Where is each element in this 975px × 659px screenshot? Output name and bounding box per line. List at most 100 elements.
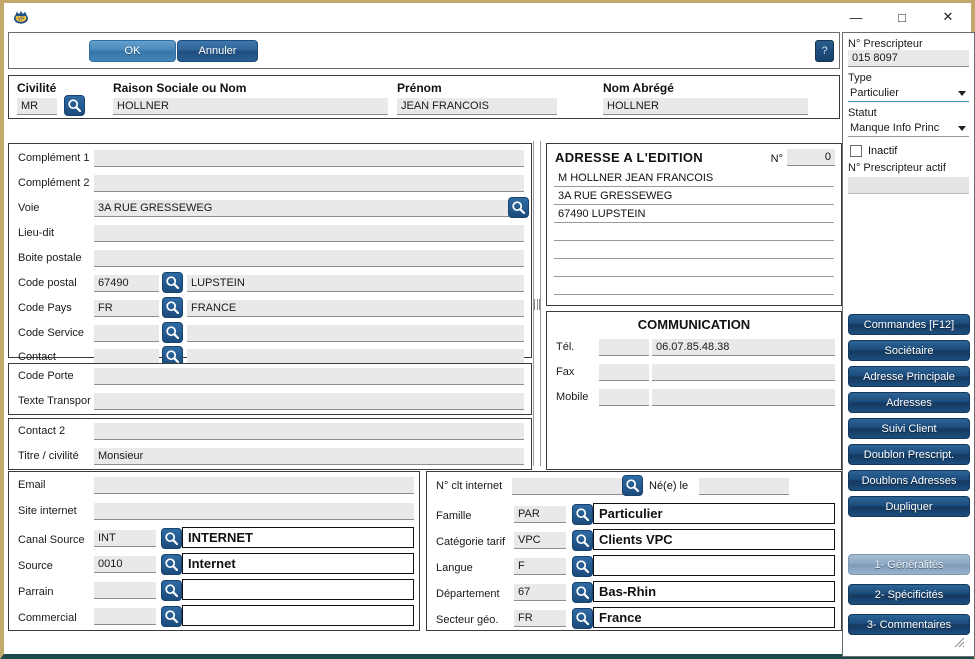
commercial-search-icon[interactable] [161, 606, 182, 627]
categorie-tarif-value-field[interactable]: Clients VPC [593, 529, 835, 550]
classification-panel: N° clt internet Né(e) le Famille PAR Par… [426, 471, 842, 631]
texte-transport-field[interactable] [94, 393, 524, 410]
address-panel: Complément 1 Complément 2 Voie 3A RUE GR… [8, 143, 532, 367]
raison-sociale-field[interactable]: HOLLNER [113, 98, 388, 115]
civilite-field[interactable]: MR [17, 98, 57, 115]
adresse-principale-button[interactable]: Adresse Principale [848, 366, 970, 387]
ok-button[interactable]: OK [89, 40, 176, 62]
tab-generalites[interactable]: 1- Généralités [848, 554, 970, 575]
source-search-icon[interactable] [161, 554, 182, 575]
help-button[interactable]: ? [815, 40, 834, 62]
code-postal-field[interactable]: 67490 [94, 275, 159, 292]
minimize-button[interactable]: — [833, 3, 879, 31]
edition-line-1[interactable]: M HOLLNER JEAN FRANCOIS [554, 170, 834, 187]
inactif-checkbox-row[interactable]: Inactif [848, 145, 969, 157]
doublons-adresses-button[interactable]: Doublons Adresses [848, 470, 970, 491]
cancel-button[interactable]: Annuler [177, 40, 258, 62]
type-select[interactable]: Particulier [848, 84, 969, 102]
societaire-button[interactable]: Sociétaire [848, 340, 970, 361]
edition-line-4[interactable] [554, 224, 834, 241]
departement-search-icon[interactable] [572, 582, 593, 603]
code-service-search-icon[interactable] [162, 322, 183, 343]
voie-search-icon[interactable] [508, 197, 529, 218]
commandes-button[interactable]: Commandes [F12] [848, 314, 970, 335]
code-pays-field[interactable]: FR [94, 300, 159, 317]
tab-specificites[interactable]: 2- Spécificités [848, 584, 970, 605]
secteur-geo-search-icon[interactable] [572, 608, 593, 629]
prenom-field[interactable]: JEAN FRANCOIS [397, 98, 557, 115]
tab-commentaires[interactable]: 3- Commentaires [848, 614, 970, 635]
nom-abrege-field[interactable]: HOLLNER [603, 98, 808, 115]
edition-line-7[interactable] [554, 278, 834, 295]
code-service-field[interactable] [94, 325, 159, 342]
code-pays-search-icon[interactable] [162, 297, 183, 318]
canal-source-search-icon[interactable] [161, 528, 182, 549]
edition-line-3[interactable]: 67490 LUPSTEIN [554, 206, 834, 223]
categorie-tarif-code-field[interactable]: VPC [514, 532, 566, 549]
secteur-geo-value-field[interactable]: France [593, 607, 835, 628]
tel-code-field[interactable] [599, 339, 649, 356]
langue-code-field[interactable]: F [514, 558, 566, 575]
civilite-search-icon[interactable] [64, 95, 85, 116]
famille-search-icon[interactable] [572, 504, 593, 525]
ville-field[interactable]: LUPSTEIN [187, 275, 524, 292]
langue-search-icon[interactable] [572, 556, 593, 577]
commercial-code-field[interactable] [94, 608, 156, 625]
titre-civilite-field[interactable]: Monsieur [94, 448, 524, 465]
suivi-client-button[interactable]: Suivi Client [848, 418, 970, 439]
commercial-value-field[interactable] [182, 605, 414, 626]
departement-code-field[interactable]: 67 [514, 584, 566, 601]
titre-civilite-label: Titre / civilité [18, 450, 79, 462]
lieu-dit-field[interactable] [94, 225, 524, 242]
email-field[interactable] [94, 477, 414, 494]
prescripteur-field[interactable]: 015 8097 [848, 50, 969, 67]
communication-panel: COMMUNICATION Tél. 06.07.85.48.38 Fax Mo… [546, 311, 842, 470]
departement-value-field[interactable]: Bas-Rhin [593, 581, 835, 602]
edition-line-2[interactable]: 3A RUE GRESSEWEG [554, 188, 834, 205]
close-button[interactable]: ✕ [925, 3, 971, 31]
nclt-internet-field[interactable] [512, 478, 627, 495]
edition-num-field[interactable]: 0 [787, 149, 835, 166]
resize-grip-icon[interactable] [953, 636, 965, 648]
complement2-field[interactable] [94, 175, 524, 192]
doublon-prescript-button[interactable]: Doublon Prescript. [848, 444, 970, 465]
maximize-button[interactable]: □ [879, 3, 925, 31]
parrain-search-icon[interactable] [161, 580, 182, 601]
source-value-field[interactable]: Internet [182, 553, 414, 574]
adresses-button[interactable]: Adresses [848, 392, 970, 413]
secteur-geo-code-field[interactable]: FR [514, 610, 566, 627]
edition-line-6[interactable] [554, 260, 834, 277]
code-porte-field[interactable] [94, 368, 524, 385]
boite-postale-field[interactable] [94, 250, 524, 267]
canal-source-value-field[interactable]: INTERNET [182, 527, 414, 548]
langue-value-field[interactable] [593, 555, 835, 576]
inactif-checkbox[interactable] [850, 145, 862, 157]
fax-value-field[interactable] [652, 364, 835, 381]
famille-value-field[interactable]: Particulier [593, 503, 835, 524]
statut-select[interactable]: Manque Info Princ [848, 119, 969, 137]
naissance-field[interactable] [699, 478, 789, 495]
voie-field[interactable]: 3A RUE GRESSEWEG [94, 200, 524, 217]
mobile-code-field[interactable] [599, 389, 649, 406]
parrain-code-field[interactable] [94, 582, 156, 599]
source-code-field[interactable]: 0010 [94, 556, 156, 573]
famille-code-field[interactable]: PAR [514, 506, 566, 523]
prescripteur-actif-label: N° Prescripteur actif [848, 162, 946, 174]
fax-code-field[interactable] [599, 364, 649, 381]
site-internet-field[interactable] [94, 503, 414, 520]
complement1-field[interactable] [94, 150, 524, 167]
contact2-field[interactable] [94, 423, 524, 440]
edition-num-label: N° [770, 153, 783, 165]
dupliquer-button[interactable]: Dupliquer [848, 496, 970, 517]
pays-field[interactable]: FRANCE [187, 300, 524, 317]
panel-splitter[interactable] [532, 141, 542, 466]
nclt-internet-search-icon[interactable] [622, 475, 643, 496]
edition-line-5[interactable] [554, 242, 834, 259]
tel-value-field[interactable]: 06.07.85.48.38 [652, 339, 835, 356]
code-postal-search-icon[interactable] [162, 272, 183, 293]
canal-source-code-field[interactable]: INT [94, 530, 156, 547]
parrain-value-field[interactable] [182, 579, 414, 600]
mobile-value-field[interactable] [652, 389, 835, 406]
service-field[interactable] [187, 325, 524, 342]
categorie-tarif-search-icon[interactable] [572, 530, 593, 551]
